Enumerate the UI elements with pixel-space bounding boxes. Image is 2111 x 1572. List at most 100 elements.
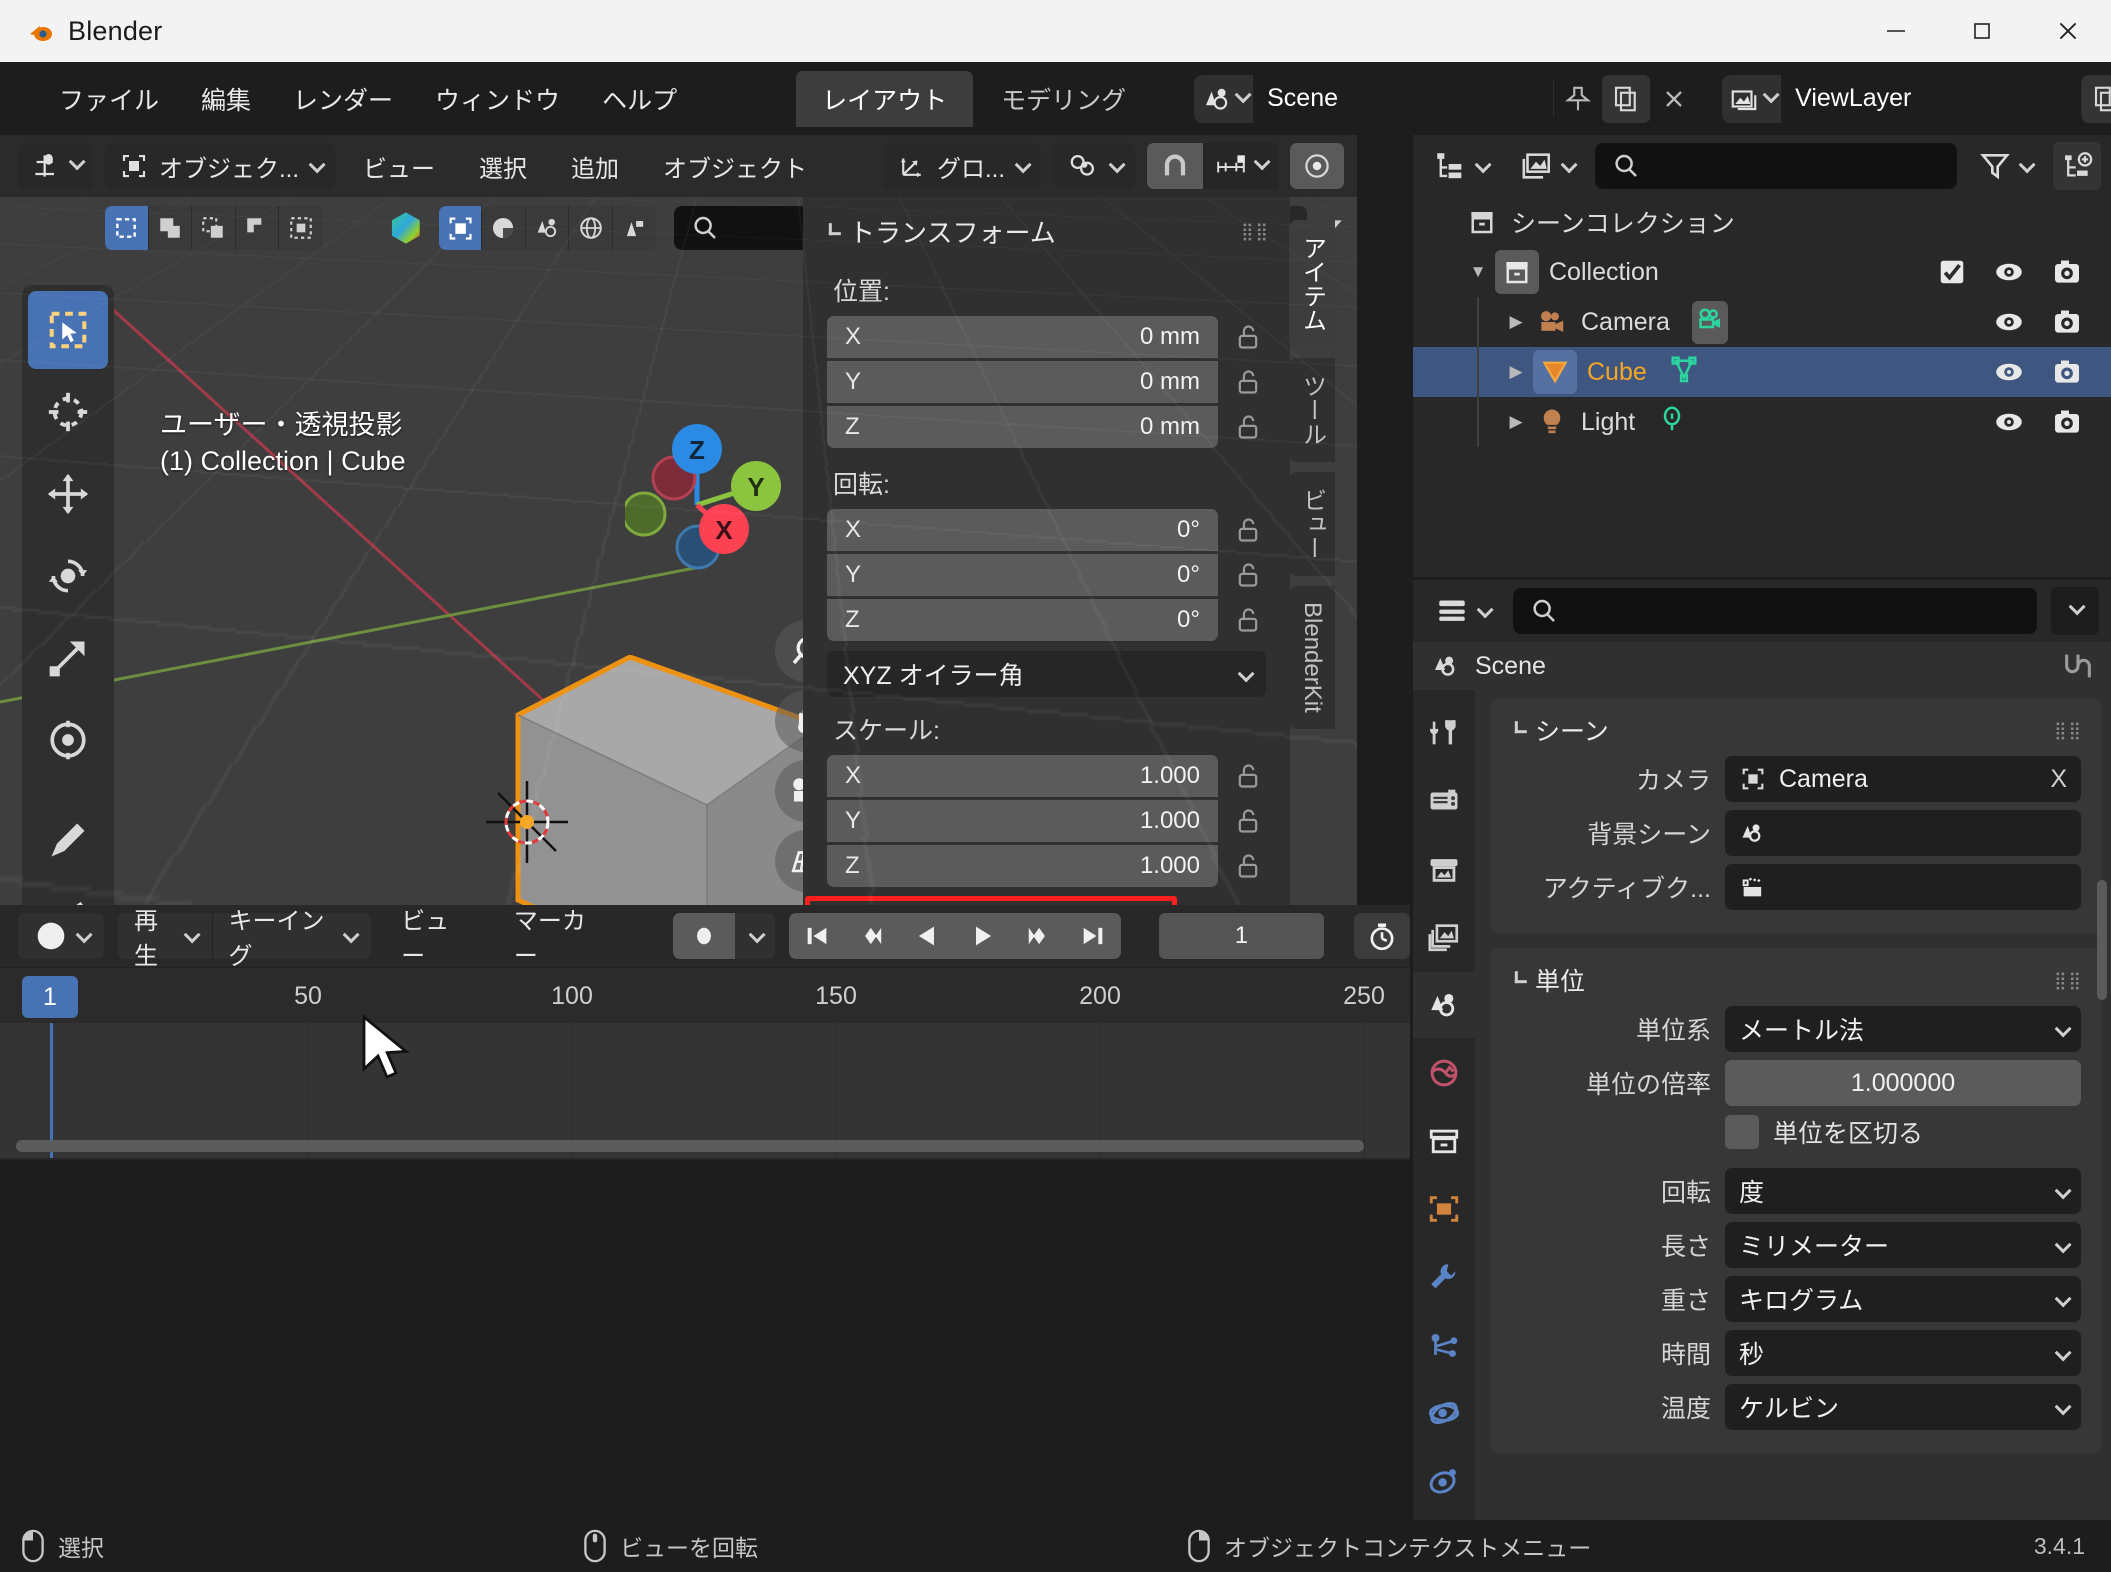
expand-triangle-icon[interactable]: ▶ xyxy=(1499,312,1533,332)
scene-icon[interactable] xyxy=(1195,74,1254,123)
scene-panel-header[interactable]: シーン ⣿⣿ xyxy=(1491,708,2101,756)
location-z-input[interactable]: Z 0 mm xyxy=(827,406,1218,448)
unit-system-dropdown[interactable]: メートル法 xyxy=(1725,1006,2081,1052)
separate-units-checkbox[interactable] xyxy=(1725,1115,1759,1149)
scale-z-input[interactable]: Z 1.000 xyxy=(827,845,1218,887)
sidebar-tab-blenderkit[interactable]: BlenderKit xyxy=(1289,586,1335,729)
timeline-playhead[interactable] xyxy=(50,1023,53,1158)
new-collection-button[interactable] xyxy=(2053,142,2101,190)
timeline-menu-marker[interactable]: マーカー xyxy=(498,901,619,971)
viewport-menu-view[interactable]: ビュー xyxy=(347,143,451,190)
sidebar-tab-view[interactable]: ビュー xyxy=(1289,472,1335,576)
shading-solid-button[interactable] xyxy=(438,206,483,250)
jump-to-end-button[interactable] xyxy=(1064,913,1121,959)
sidebar-tab-tool[interactable]: ツール xyxy=(1289,358,1335,462)
menu-render[interactable]: レンダー xyxy=(272,75,414,123)
properties-tab-output[interactable] xyxy=(1413,836,1475,902)
tool-measure[interactable] xyxy=(28,883,108,905)
outliner-search-input[interactable] xyxy=(1595,143,1957,189)
outliner-row-light[interactable]: ▶ Light xyxy=(1413,397,2111,447)
shading-material-button[interactable] xyxy=(482,206,526,250)
camera-render-icon[interactable] xyxy=(2051,356,2083,388)
select-invert-button[interactable] xyxy=(279,206,322,250)
delete-scene-button[interactable] xyxy=(1650,74,1699,123)
playback-menu[interactable]: 再生 xyxy=(118,908,212,970)
unit-scale-input[interactable]: 1.000000 xyxy=(1725,1060,2081,1106)
timeline-ruler[interactable]: 1 50 100 150 200 250 xyxy=(0,967,1410,1023)
properties-editor-type-button[interactable] xyxy=(1425,588,1499,634)
lock-rotation-x-button[interactable] xyxy=(1230,516,1266,544)
snap-settings-button[interactable] xyxy=(1203,143,1279,189)
properties-tab-constraint[interactable] xyxy=(1413,1448,1475,1514)
lock-rotation-y-button[interactable] xyxy=(1230,561,1266,589)
tool-rotate[interactable] xyxy=(28,537,108,615)
sidebar-tab-item[interactable]: アイテム xyxy=(1289,220,1335,348)
rotation-mode-dropdown[interactable]: XYZ オイラー角 xyxy=(827,651,1266,697)
eye-icon[interactable] xyxy=(1993,406,2025,438)
light-data-icon[interactable] xyxy=(1657,404,1687,441)
properties-tab-physics[interactable] xyxy=(1413,1380,1475,1446)
timeline-editor-type[interactable] xyxy=(18,913,104,959)
scene-id-block[interactable]: Scene xyxy=(1194,74,1555,123)
tool-annotate[interactable] xyxy=(28,801,108,879)
properties-tab-world[interactable] xyxy=(1413,1040,1475,1106)
expand-triangle-icon[interactable]: ▶ xyxy=(1499,362,1533,382)
tab-layout[interactable]: レイアウト xyxy=(796,70,974,127)
proportional-editing-button[interactable] xyxy=(1290,143,1345,189)
menu-help[interactable]: ヘルプ xyxy=(581,75,698,123)
select-subtract-button[interactable] xyxy=(236,206,280,250)
current-frame-input[interactable]: 1 xyxy=(1158,913,1324,959)
menu-edit[interactable]: 編集 xyxy=(180,75,272,123)
viewport-menu-object[interactable]: オブジェクト xyxy=(647,143,823,190)
select-set-button[interactable] xyxy=(149,206,193,250)
new-scene-button[interactable] xyxy=(1602,74,1651,123)
expand-triangle-icon[interactable]: ▶ xyxy=(1499,412,1533,432)
editor-type-selector[interactable] xyxy=(18,143,93,189)
jump-to-start-button[interactable] xyxy=(788,913,845,959)
scale-y-input[interactable]: Y 1.000 xyxy=(827,800,1218,842)
lock-location-y-button[interactable] xyxy=(1230,368,1266,396)
play-reverse-button[interactable] xyxy=(898,913,955,959)
select-extend-button[interactable] xyxy=(192,206,236,250)
properties-body[interactable]: シーン ⣿⣿ カメラ Camera X 背景シーン アクティブク... 単位 ⣿… xyxy=(1475,690,2111,1520)
outliner-editor[interactable]: シーンコレクション ▼ Collection ▶ Camera ▶ Cube ▶… xyxy=(1413,135,2111,577)
rotation-unit-dropdown[interactable]: 度 xyxy=(1725,1168,2081,1214)
clear-camera-button[interactable]: X xyxy=(2050,765,2067,794)
rotation-y-input[interactable]: Y 0° xyxy=(827,554,1218,596)
use-preview-range-button[interactable] xyxy=(1354,913,1410,959)
menu-file[interactable]: ファイル xyxy=(38,75,180,123)
eye-icon[interactable] xyxy=(1993,306,2025,338)
temperature-unit-dropdown[interactable]: ケルビン xyxy=(1725,1384,2081,1430)
mass-unit-dropdown[interactable]: キログラム xyxy=(1725,1276,2081,1322)
view-layer-icon[interactable] xyxy=(1723,74,1782,123)
outliner-row-collection[interactable]: ▼ Collection xyxy=(1413,247,2111,297)
properties-vertical-scrollbar[interactable] xyxy=(2097,880,2107,1000)
editor-type-button[interactable] xyxy=(18,143,93,189)
mesh-data-icon[interactable] xyxy=(1669,354,1699,391)
pivot-point-dropdown[interactable] xyxy=(1053,143,1136,189)
close-button[interactable] xyxy=(2025,0,2111,62)
snap-toggle-button[interactable] xyxy=(1147,143,1204,189)
shading-wireframe-button[interactable] xyxy=(569,206,613,250)
prev-keyframe-button[interactable] xyxy=(844,913,899,959)
properties-tab-modifier[interactable] xyxy=(1413,1244,1475,1310)
timeline-menu-view[interactable]: ビュー xyxy=(385,901,484,971)
lock-scale-z-button[interactable] xyxy=(1230,852,1266,880)
viewport-shading-color-icon[interactable] xyxy=(385,206,427,250)
rotation-z-input[interactable]: Z 0° xyxy=(827,599,1218,641)
view-layer-id-block[interactable]: ViewLayer xyxy=(1722,74,2083,123)
length-unit-dropdown[interactable]: ミリメーター xyxy=(1725,1222,2081,1268)
auto-keying-button[interactable] xyxy=(672,913,735,959)
interaction-mode-dropdown[interactable]: オブジェク... xyxy=(105,143,336,189)
new-view-layer-button[interactable] xyxy=(2082,74,2111,123)
drag-dots-icon[interactable]: ⣿⣿ xyxy=(2054,722,2083,739)
keying-menu[interactable]: キーイング xyxy=(212,908,371,970)
outliner-editor-type-button[interactable] xyxy=(1423,143,1497,189)
rotation-x-input[interactable]: X 0° xyxy=(827,509,1218,551)
viewport-menu-select[interactable]: 選択 xyxy=(463,143,543,190)
properties-options-button[interactable] xyxy=(2051,587,2099,635)
timeline-editor-type-button[interactable] xyxy=(18,913,104,959)
transform-orientation-dropdown[interactable]: グロ... xyxy=(883,143,1042,189)
next-keyframe-button[interactable] xyxy=(1010,913,1065,959)
drag-dots-icon[interactable]: ⣿⣿ xyxy=(2054,972,2083,989)
